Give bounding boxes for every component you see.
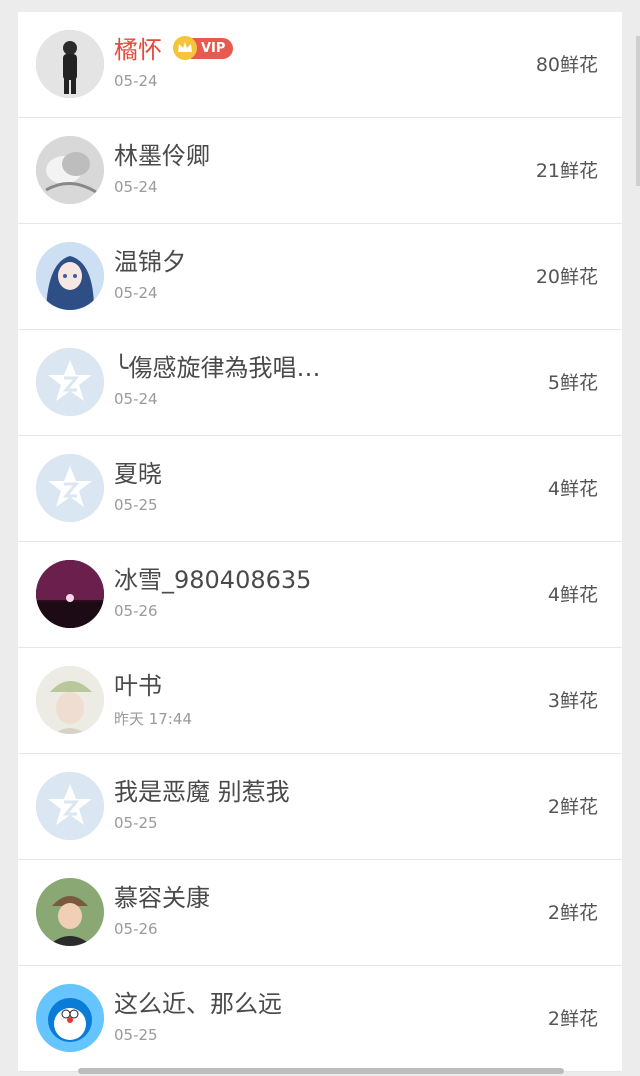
avatar[interactable] (36, 30, 104, 98)
user-name[interactable]: 叶书 (114, 666, 162, 701)
sunset-photo-icon (36, 560, 104, 628)
date-text: 05-26 (114, 920, 158, 938)
avatar[interactable] (36, 984, 104, 1052)
flower-count: 80鲜花 (535, 54, 598, 76)
doraemon-icon (36, 984, 104, 1052)
horizontal-scrollbar[interactable] (78, 1068, 564, 1074)
date-text: 05-26 (114, 602, 158, 620)
list-item[interactable]: 这么近、那么远 05-25 2鲜花 (18, 966, 622, 1072)
date-text: 05-24 (114, 72, 158, 90)
user-name[interactable]: 我是恶魔 别惹我 (114, 772, 290, 807)
date-text: 05-25 (114, 496, 158, 514)
flower-count: 3鲜花 (547, 690, 598, 712)
default-star-icon (36, 348, 104, 416)
flower-photo-icon (36, 136, 104, 204)
list-item[interactable]: 夏晓 05-25 4鲜花 (18, 436, 622, 542)
avatar[interactable] (36, 878, 104, 946)
anime-girl-icon (36, 242, 104, 310)
user-name[interactable]: 夏晓 (114, 454, 162, 489)
list-item[interactable]: 林墨伶卿 05-24 21鲜花 (18, 118, 622, 224)
default-star-icon (36, 454, 104, 522)
girl-hat-icon (36, 666, 104, 734)
avatar[interactable] (36, 560, 104, 628)
user-name[interactable]: 慕容关康 (114, 878, 210, 913)
list-item[interactable]: 叶书 昨天 17:44 3鲜花 (18, 648, 622, 754)
avatar[interactable] (36, 666, 104, 734)
date-text: 05-25 (114, 1026, 158, 1044)
flower-count: 4鲜花 (547, 584, 598, 606)
vip-label: VIP (191, 37, 234, 59)
flower-count: 4鲜花 (547, 478, 598, 500)
flower-count: 5鲜花 (547, 372, 598, 394)
crown-icon (173, 36, 197, 60)
man-hat-icon (36, 878, 104, 946)
flower-count: 2鲜花 (547, 1008, 598, 1030)
default-star-icon (36, 772, 104, 840)
user-name[interactable]: 这么近、那么远 (114, 984, 282, 1019)
user-name[interactable]: 温锦夕 (114, 242, 186, 277)
user-name[interactable]: ╰傷感旋律為我唱… (114, 348, 320, 383)
list-item[interactable]: 慕容关康 05-26 2鲜花 (18, 860, 622, 966)
vip-badge[interactable]: VIP (173, 36, 234, 60)
scroll-edge[interactable] (636, 36, 640, 186)
list-item[interactable]: ╰傷感旋律為我唱… 05-24 5鲜花 (18, 330, 622, 436)
date-text: 05-24 (114, 178, 158, 196)
avatar[interactable] (36, 242, 104, 310)
avatar[interactable] (36, 454, 104, 522)
flower-count: 20鲜花 (535, 266, 598, 288)
user-name[interactable]: 林墨伶卿 (114, 136, 210, 171)
flower-count: 21鲜花 (535, 160, 598, 182)
date-text: 05-25 (114, 814, 158, 832)
flower-ranking-list: 橘怀 VIP 05-24 80鲜花 林墨伶卿 05-24 21鲜花 温锦夕 05… (18, 12, 622, 1072)
person-photo-icon (36, 30, 104, 98)
user-name[interactable]: 橘怀 (114, 30, 162, 65)
avatar[interactable] (36, 772, 104, 840)
avatar[interactable] (36, 136, 104, 204)
flower-count: 2鲜花 (547, 796, 598, 818)
list-item[interactable]: 冰雪_980408635 05-26 4鲜花 (18, 542, 622, 648)
user-name[interactable]: 冰雪_980408635 (114, 560, 311, 595)
list-item[interactable]: 温锦夕 05-24 20鲜花 (18, 224, 622, 330)
date-text: 05-24 (114, 390, 158, 408)
date-text: 05-24 (114, 284, 158, 302)
flower-count: 2鲜花 (547, 902, 598, 924)
list-item[interactable]: 我是恶魔 别惹我 05-25 2鲜花 (18, 754, 622, 860)
date-text: 昨天 17:44 (114, 710, 192, 728)
avatar[interactable] (36, 348, 104, 416)
list-item[interactable]: 橘怀 VIP 05-24 80鲜花 (18, 12, 622, 118)
